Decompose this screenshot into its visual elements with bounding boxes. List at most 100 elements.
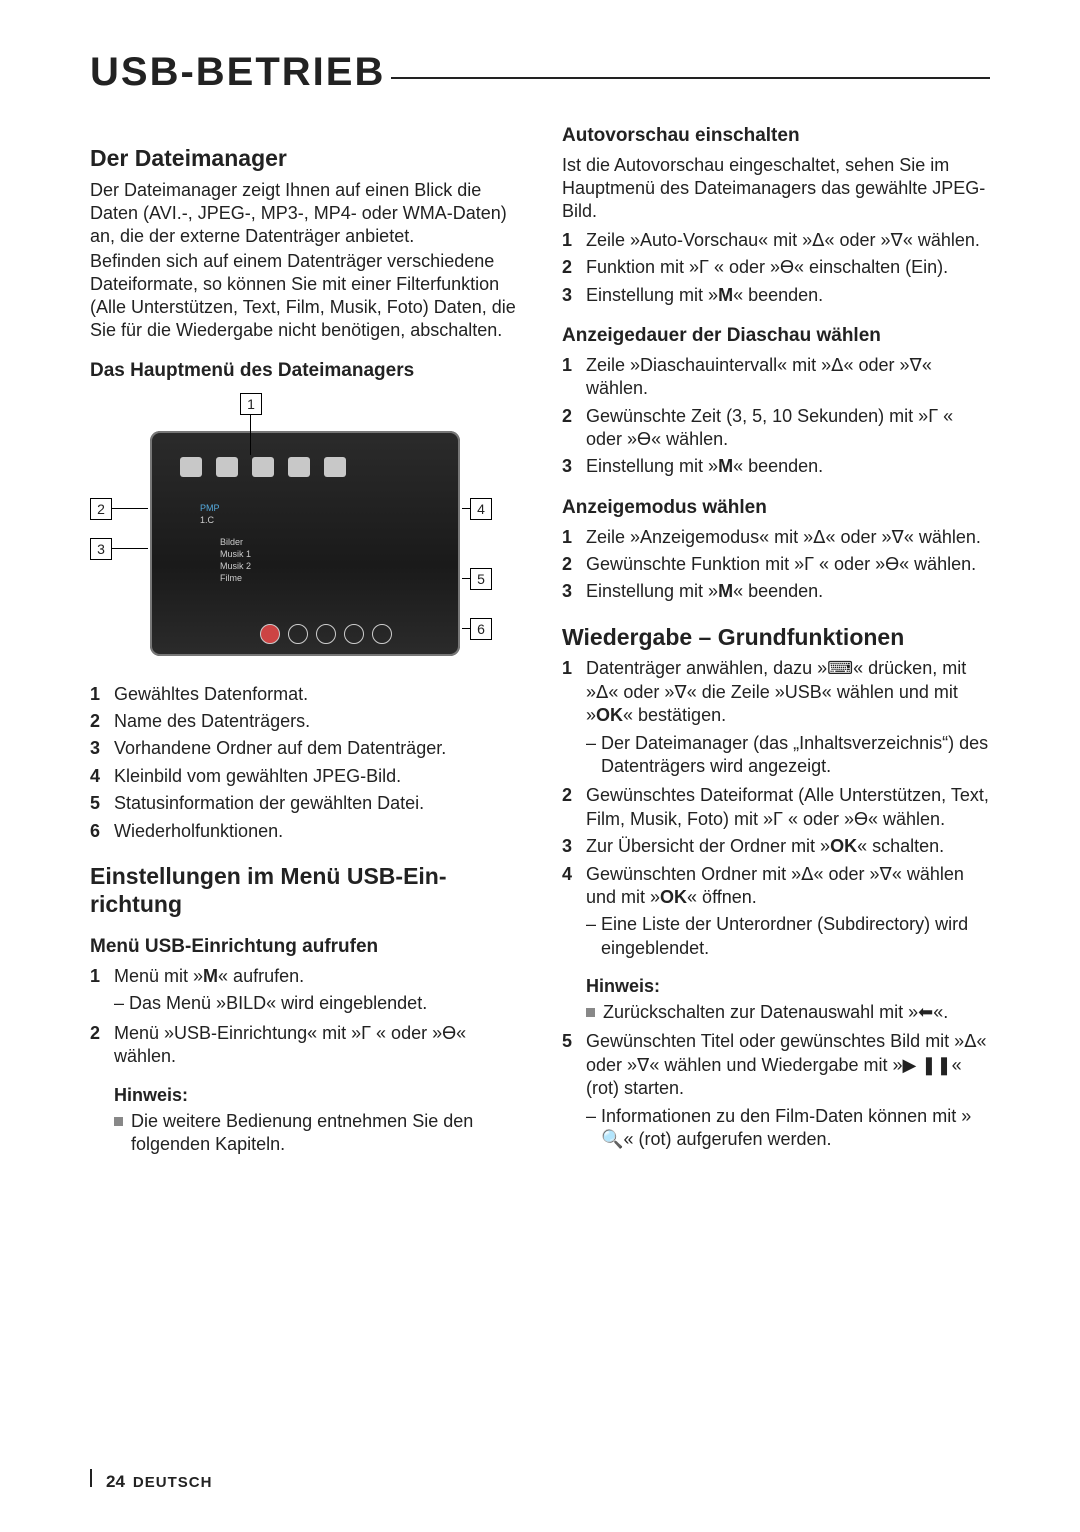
- callout-5: 5: [470, 568, 492, 590]
- tv-icon: [288, 457, 310, 477]
- up-icon: ᐃ: [831, 355, 843, 375]
- down-icon: ᐁ: [892, 527, 904, 547]
- step-3: 3 Einstellung mit »M« beenden.: [562, 580, 990, 603]
- down-icon: ᐁ: [674, 682, 686, 702]
- right-icon: Ɵ: [442, 1023, 456, 1043]
- heading-hauptmenu: Das Hauptmenü des Dateimanagers: [90, 360, 518, 383]
- step-1-result: Das Menü »BILD« wird eingeblendet.: [114, 992, 518, 1015]
- hinweis-label-2: Hinweis:: [586, 976, 990, 997]
- page-title: USB-BETRIEB: [90, 50, 385, 95]
- m-icon: M: [203, 966, 218, 986]
- tv-icon: [324, 457, 346, 477]
- autov-list: 1 Zeile »Auto-Vorschau« mit »ᐃ« oder »ᐁ«…: [562, 229, 990, 307]
- step-1-result: Der Dateimanager (das „Inhaltsverzeich­n…: [586, 732, 990, 779]
- step-5-result: Informationen zu den Film-Daten können m…: [586, 1105, 990, 1152]
- step-2: 2 Funktion mit »Γ « oder »Ɵ« einschalten…: [562, 256, 990, 279]
- heading-wiedergabe: Wiedergabe – Grundfunktionen: [562, 624, 990, 652]
- step-4-result: Eine Liste der Unterordner (Subdirectory…: [586, 913, 990, 960]
- right-icon: Ɵ: [885, 554, 899, 574]
- aufrufen-list: 1 Menü mit »M« aufrufen.: [90, 965, 518, 988]
- tv-icon: [180, 457, 202, 477]
- step-5: 5 Gewünschten Titel oder gewünschtes Bil…: [562, 1030, 990, 1100]
- up-icon: ᐃ: [813, 527, 825, 547]
- play-icon: ▶: [903, 1055, 917, 1075]
- down-icon: ᐁ: [891, 230, 903, 250]
- tv-label-pmp: PMP: [200, 503, 220, 513]
- down-icon: ᐁ: [910, 355, 922, 375]
- tv-folder: Filme: [220, 573, 242, 583]
- tv-folder: Musik 2: [220, 561, 251, 571]
- up-icon: ᐃ: [812, 230, 824, 250]
- callout-6: 6: [470, 618, 492, 640]
- text-autov-p: Ist die Autovorschau eingeschaltet, sehe…: [562, 154, 990, 223]
- tv-folder: Bilder: [220, 537, 243, 547]
- heading-einstellungen: Einstellungen im Menü USB-Ein­richtung: [90, 863, 518, 918]
- heading-aufrufen: Menü USB-Einrichtung aufrufen: [90, 936, 518, 959]
- down-icon: ᐁ: [880, 864, 892, 884]
- step-2: 2 Menü »USB-Einrichtung« mit »Γ « oder »…: [90, 1022, 518, 1069]
- legend-item: 3Vorhandene Ordner auf dem Datenträger.: [90, 737, 518, 760]
- tv-icon: [252, 457, 274, 477]
- tv-icon: [216, 457, 238, 477]
- ok-icon: OK: [660, 887, 687, 907]
- step-1: 1 Zeile »Diaschauintervall« mit »ᐃ« oder…: [562, 354, 990, 401]
- wg-list: 1 Datenträger anwählen, dazu »⌨« drücken…: [562, 657, 990, 727]
- step-1: 1 Datenträger anwählen, dazu »⌨« drücken…: [562, 657, 990, 727]
- legend-item: 2Name des Datenträgers.: [90, 710, 518, 733]
- hinweis-label: Hinweis:: [114, 1085, 518, 1106]
- legend-item: 4Kleinbild vom gewählten JPEG-Bild.: [90, 765, 518, 788]
- step-1: 1 Zeile »Anzeigemodus« mit »ᐃ« oder »ᐁ« …: [562, 526, 990, 549]
- heading-autovorschau: Autovorschau einschalten: [562, 125, 990, 148]
- right-icon: Ɵ: [780, 257, 794, 277]
- left-icon: Γ: [361, 1023, 371, 1043]
- step-3: 3 Einstellung mit »M« beenden.: [562, 284, 990, 307]
- tv-screen: PMP 1.C Bilder Musik 1 Musik 2 Filme: [150, 431, 460, 656]
- hinweis-bullet-2: Zurückschalten zur Datenauswahl mit »⬅«.: [586, 1001, 990, 1024]
- text-dm-p1: Der Dateimanager zeigt Ihnen auf einen B…: [90, 179, 518, 248]
- step-4: 4 Gewünschten Ordner mit »ᐃ« oder »ᐁ« wä…: [562, 863, 990, 910]
- up-icon: ᐃ: [596, 682, 608, 702]
- step-3: 3 Einstellung mit »M« beenden.: [562, 455, 990, 478]
- back-icon: ⬅: [918, 1002, 933, 1022]
- dia-list: 1 Zeile »Diaschauintervall« mit »ᐃ« oder…: [562, 354, 990, 479]
- ok-icon: OK: [596, 705, 623, 725]
- left-icon: Γ: [928, 406, 938, 426]
- heading-diaschau: Anzeigedauer der Diaschau wählen: [562, 325, 990, 348]
- mode-list: 1 Zeile »Anzeigemodus« mit »ᐃ« oder »ᐁ« …: [562, 526, 990, 604]
- source-icon: ⌨: [827, 658, 853, 678]
- legend-item: 1Gewähltes Datenformat.: [90, 683, 518, 706]
- tv-label-1c: 1.C: [200, 515, 214, 525]
- legend-item: 5Statusinformation der gewählten Datei.: [90, 792, 518, 815]
- up-icon: ᐃ: [801, 864, 813, 884]
- heading-dateimanager: Der Dateimanager: [90, 145, 518, 173]
- title-rule: [391, 77, 990, 79]
- m-icon: M: [718, 285, 733, 305]
- hinweis-bullet: Die weitere Bedienung entnehmen Sie den …: [114, 1110, 518, 1157]
- page-title-row: USB-BETRIEB: [90, 50, 990, 95]
- text-dm-p2: Befinden sich auf einem Datenträger vers…: [90, 250, 518, 342]
- callout-3: 3: [90, 538, 112, 560]
- left-icon: Γ: [773, 809, 783, 829]
- m-icon: M: [718, 581, 733, 601]
- tv-bottom-icons: [260, 624, 392, 644]
- right-icon: Ɵ: [854, 809, 868, 829]
- step-2: 2 Gewünschte Funktion mit »Γ « oder »Ɵ« …: [562, 553, 990, 576]
- left-column: Der Dateimanager Der Dateimanager zeigt …: [90, 125, 518, 1159]
- callout-1: 1: [240, 393, 262, 415]
- step-2: 2 Gewünschte Zeit (3, 5, 10 Sekunden) mi…: [562, 405, 990, 452]
- step-2: 2 Gewünschtes Dateiformat (Alle Unterstü…: [562, 784, 990, 831]
- m-icon: M: [718, 456, 733, 476]
- right-icon: Ɵ: [637, 429, 651, 449]
- page-footer: 24 DEUTSCH: [90, 1469, 212, 1492]
- callout-4: 4: [470, 498, 492, 520]
- tv-icon-row: [180, 457, 346, 477]
- pause-icon: ❚❚: [921, 1055, 951, 1075]
- step-1: 1 Zeile »Auto-Vorschau« mit »ᐃ« oder »ᐁ«…: [562, 229, 990, 252]
- page-number: 24: [106, 1472, 125, 1492]
- right-column: Autovorschau einschalten Ist die Autovor…: [562, 125, 990, 1159]
- legend-item: 6Wiederholfunktionen.: [90, 820, 518, 843]
- tv-folder: Musik 1: [220, 549, 251, 559]
- legend-list: 1Gewähltes Datenformat. 2Name des Datent…: [90, 683, 518, 843]
- up-icon: ᐃ: [964, 1031, 976, 1051]
- callout-2: 2: [90, 498, 112, 520]
